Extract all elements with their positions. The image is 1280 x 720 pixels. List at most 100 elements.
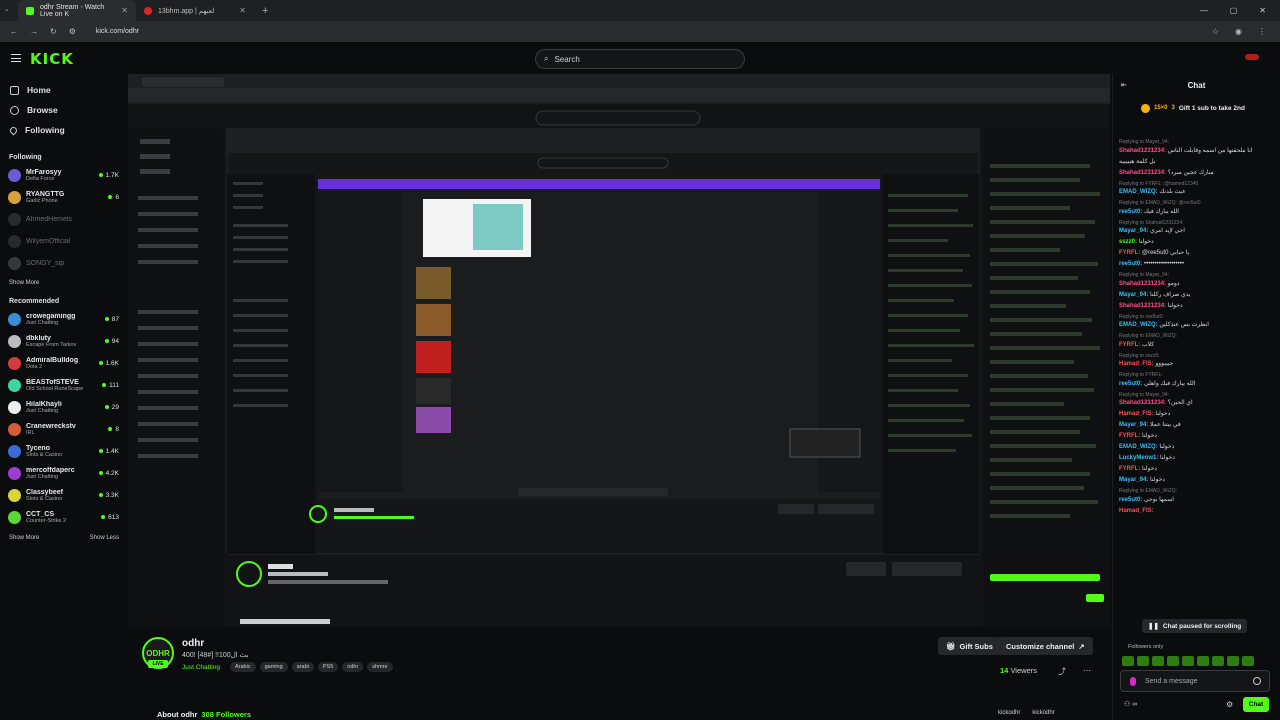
sidebar-channel[interactable]: AdmiralBulldog Dota 2 1.6K: [0, 352, 125, 374]
tab-search-icon[interactable]: ⌄: [4, 5, 10, 13]
profile-icon[interactable]: ◉: [1235, 27, 1242, 36]
chat-paused-button[interactable]: ❚❚ Chat paused for scrolling: [1142, 619, 1248, 633]
chat-message[interactable]: Replying to Shahad1231234: Mayar_94: اجي …: [1119, 219, 1275, 236]
nav-browse[interactable]: Browse: [0, 100, 125, 120]
chat-message[interactable]: Hamad_FIS: دخولنا: [1119, 410, 1275, 419]
gift-goal-banner[interactable]: 15×0 3 Gift 1 sub to take 2nd: [1113, 96, 1280, 120]
social-link[interactable]: kickodhr: [998, 710, 1020, 716]
chat-message[interactable]: ree5ut0: •••••••••••••••••••: [1119, 260, 1275, 269]
channel-name[interactable]: odhr: [182, 638, 204, 649]
chat-username[interactable]: FYRFL:: [1119, 342, 1140, 348]
kick-logo[interactable]: KICK: [30, 50, 74, 68]
chat-message[interactable]: LuckyMeow1: دخولنا: [1119, 454, 1275, 463]
chat-message[interactable]: Replying to FYRFL: ree5ut0: الله يبارك في…: [1119, 371, 1275, 388]
nav-following[interactable]: Following: [0, 120, 125, 140]
chat-message[interactable]: Replying to Mayar_94: Shahad1231234: انا …: [1119, 138, 1275, 155]
search-input[interactable]: ⌕ Search: [535, 49, 745, 69]
chat-username[interactable]: Mayar_94:: [1119, 292, 1148, 298]
chat-message[interactable]: Replying to ree5ut0: EMAD_WIZQ: انظرت بس …: [1119, 313, 1275, 330]
more-options-icon[interactable]: ⋯: [1083, 666, 1091, 675]
show-more-button[interactable]: Show More: [0, 280, 125, 286]
emote-icon[interactable]: [1227, 656, 1239, 666]
show-more-button[interactable]: Show More: [9, 535, 39, 541]
emote-icon[interactable]: [1197, 656, 1209, 666]
gift-subs-button[interactable]: 🎁︎ Gift Subs: [938, 637, 1001, 655]
chat-message[interactable]: Replying to EMAD_WIZQ: FYRFL: كلاب: [1119, 332, 1275, 349]
site-info-icon[interactable]: ⚙: [69, 27, 76, 36]
chat-message[interactable]: Replying to EMAD_WIZQ: @ree5ut0 ree5ut0: …: [1119, 199, 1275, 216]
chat-username[interactable]: Hamad_FIS:: [1119, 508, 1154, 514]
chat-username[interactable]: Mayar_94:: [1119, 477, 1148, 483]
chat-username[interactable]: FYRFL:: [1119, 250, 1140, 256]
chat-message[interactable]: Mayar_94: يدي صراف ركلنا: [1119, 291, 1275, 300]
stream-tag[interactable]: shmre: [367, 662, 393, 672]
nav-home[interactable]: Home: [0, 80, 125, 100]
chat-username[interactable]: EMAD_WIZQ:: [1119, 444, 1158, 450]
stream-tag[interactable]: Arabic: [230, 662, 256, 672]
sidebar-channel[interactable]: CCT_CS Counter-Strike 2 613: [0, 506, 125, 528]
sidebar-channel[interactable]: RYANGTTG Garlic Phone 6: [0, 186, 125, 208]
gear-icon[interactable]: ⚙: [1226, 700, 1233, 709]
chat-username[interactable]: ree5ut0:: [1119, 381, 1142, 387]
chat-username[interactable]: EMAD_WIZQ:: [1119, 322, 1158, 328]
reload-icon[interactable]: ↻: [50, 27, 57, 36]
collapse-chat-icon[interactable]: ⇤: [1121, 81, 1127, 89]
customize-channel-button[interactable]: Customize channel ↗: [998, 637, 1093, 655]
close-window-icon[interactable]: ✕: [1259, 6, 1266, 15]
sidebar-channel[interactable]: BEASTofSTEVE Old School RuneScape 111: [0, 374, 125, 396]
emote-icon[interactable]: [1137, 656, 1149, 666]
chat-username[interactable]: Shahad1231234:: [1119, 281, 1166, 287]
chat-message[interactable]: Mayar_94: في بيتنا عملا: [1119, 421, 1275, 430]
bookmark-star-icon[interactable]: ☆: [1212, 27, 1219, 36]
chat-message[interactable]: Shahad1231234: دخولنا: [1119, 302, 1275, 311]
close-icon[interactable]: ✕: [121, 6, 128, 15]
sidebar-channel[interactable]: SONGY_sip: [0, 252, 125, 274]
stream-category[interactable]: Just Chatting: [182, 664, 220, 671]
chat-message[interactable]: Replying to Mayar_94: Shahad1231234: دومو: [1119, 271, 1275, 288]
chat-message[interactable]: sszz0: دخولنا: [1119, 238, 1275, 247]
url-field[interactable]: kick.com/odhr: [96, 28, 139, 35]
chat-message[interactable]: Hamad_FIS:: [1119, 507, 1275, 516]
emote-icon[interactable]: [1212, 656, 1224, 666]
chat-message-input[interactable]: Send a message: [1120, 670, 1270, 692]
browser-tab-active[interactable]: odhr Stream - Watch Live on K ✕: [18, 0, 136, 21]
browser-tab[interactable]: 13bhm.app | لعبهم ✕: [136, 0, 254, 21]
chat-username[interactable]: Hamad_FIS:: [1119, 361, 1154, 367]
chat-message[interactable]: Replying to sszz0: Hamad_FIS: حبيبووو: [1119, 352, 1275, 369]
chat-message[interactable]: Replying to EMAD_WIZQ: ree5ut0: اسمها بوج…: [1119, 487, 1275, 504]
emote-icon[interactable]: [1167, 656, 1179, 666]
sidebar-channel[interactable]: MrFarosyy Delta Force 1.7K: [0, 164, 125, 186]
emote-icon[interactable]: [1152, 656, 1164, 666]
chat-username[interactable]: Shahad1231234:: [1119, 170, 1166, 176]
emote-icon[interactable]: [1182, 656, 1194, 666]
maximize-icon[interactable]: ▢: [1230, 6, 1238, 15]
chat-username[interactable]: FYRFL:: [1119, 433, 1140, 439]
chat-username[interactable]: ree5ut0:: [1119, 209, 1142, 215]
forward-icon[interactable]: →: [30, 27, 38, 36]
chat-username[interactable]: FYRFL:: [1119, 466, 1140, 472]
chat-username[interactable]: Mayar_94:: [1119, 228, 1148, 234]
sidebar-channel[interactable]: Classybeef Slots & Casino 3.3K: [0, 484, 125, 506]
chat-message[interactable]: Mayar_94: دخولنا: [1119, 476, 1275, 485]
chat-username[interactable]: EMAD_WIZQ:: [1119, 189, 1158, 195]
sidebar-channel[interactable]: mercoffdaperc Just Chatting 4.2K: [0, 462, 125, 484]
chat-username[interactable]: LuckyMeow1:: [1119, 455, 1158, 461]
emoji-icon[interactable]: [1253, 677, 1261, 685]
chat-username[interactable]: sszz0:: [1119, 239, 1137, 245]
mic-icon[interactable]: [1130, 677, 1136, 686]
chat-username[interactable]: Shahad1231234:: [1119, 148, 1166, 154]
chat-settings-icon[interactable]: ⚇ ∞: [1124, 700, 1137, 708]
emote-icon[interactable]: [1122, 656, 1134, 666]
social-link[interactable]: kickodhr: [1032, 710, 1054, 716]
back-icon[interactable]: ←: [10, 27, 18, 36]
sidebar-channel[interactable]: crowegamingg Just Chatting 87: [0, 308, 125, 330]
share-icon[interactable]: ⤴: [1058, 666, 1066, 677]
video-player[interactable]: [128, 74, 1110, 627]
close-icon[interactable]: ✕: [239, 6, 246, 15]
send-chat-button[interactable]: Chat: [1243, 697, 1269, 712]
chat-message[interactable]: FYRFL: دخولنا: [1119, 465, 1275, 474]
chat-username[interactable]: Shahad1231234:: [1119, 303, 1166, 309]
sidebar-channel[interactable]: HilalKhayli Just Chatting 29: [0, 396, 125, 418]
chat-message[interactable]: Replying to Mayar_94: Shahad1231234: اي ا…: [1119, 391, 1275, 408]
stream-tag[interactable]: PS5: [317, 662, 339, 672]
